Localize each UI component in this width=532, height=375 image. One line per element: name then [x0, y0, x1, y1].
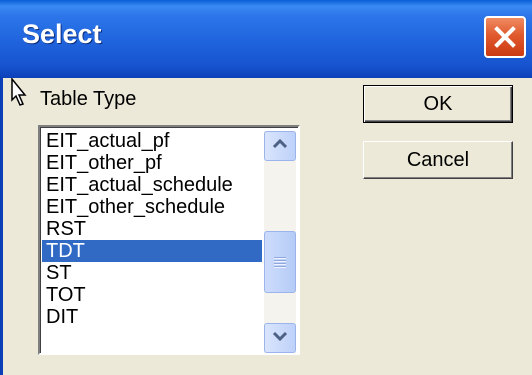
- list-item[interactable]: EIT_other_schedule: [42, 196, 262, 218]
- vertical-scrollbar[interactable]: [264, 131, 296, 353]
- list-item[interactable]: EIT_actual_pf: [42, 130, 262, 152]
- close-button[interactable]: [484, 16, 526, 58]
- mouse-cursor-icon: [4, 76, 34, 113]
- list-item[interactable]: TDT: [42, 240, 262, 262]
- cancel-button[interactable]: Cancel: [363, 141, 513, 179]
- scroll-thumb[interactable]: [264, 231, 296, 293]
- list-item[interactable]: ST: [42, 262, 262, 284]
- grip-line: [274, 266, 286, 267]
- grip-line: [274, 257, 286, 258]
- window-title: Select: [22, 19, 102, 49]
- list-item[interactable]: EIT_actual_schedule: [42, 174, 262, 196]
- list-item[interactable]: TOT: [42, 284, 262, 306]
- table-type-list: EIT_actual_pf EIT_other_pf EIT_actual_sche…: [42, 130, 262, 328]
- grip-line: [274, 263, 286, 264]
- chevron-down-icon: [272, 329, 288, 347]
- chevron-up-icon: [272, 137, 288, 155]
- window-border: [0, 78, 3, 375]
- close-icon: [493, 25, 517, 49]
- scroll-up-button[interactable]: [264, 131, 296, 161]
- list-item[interactable]: EIT_other_pf: [42, 152, 262, 174]
- list-item[interactable]: DIT: [42, 306, 262, 328]
- scroll-down-button[interactable]: [264, 323, 296, 353]
- title-bar[interactable]: Select: [0, 0, 532, 78]
- grip-line: [274, 260, 286, 261]
- table-type-label: Table Type: [40, 88, 137, 110]
- table-type-listbox[interactable]: EIT_actual_pf EIT_other_pf EIT_actual_sche…: [38, 125, 300, 355]
- ok-button[interactable]: OK: [363, 85, 513, 123]
- list-item[interactable]: RST: [42, 218, 262, 240]
